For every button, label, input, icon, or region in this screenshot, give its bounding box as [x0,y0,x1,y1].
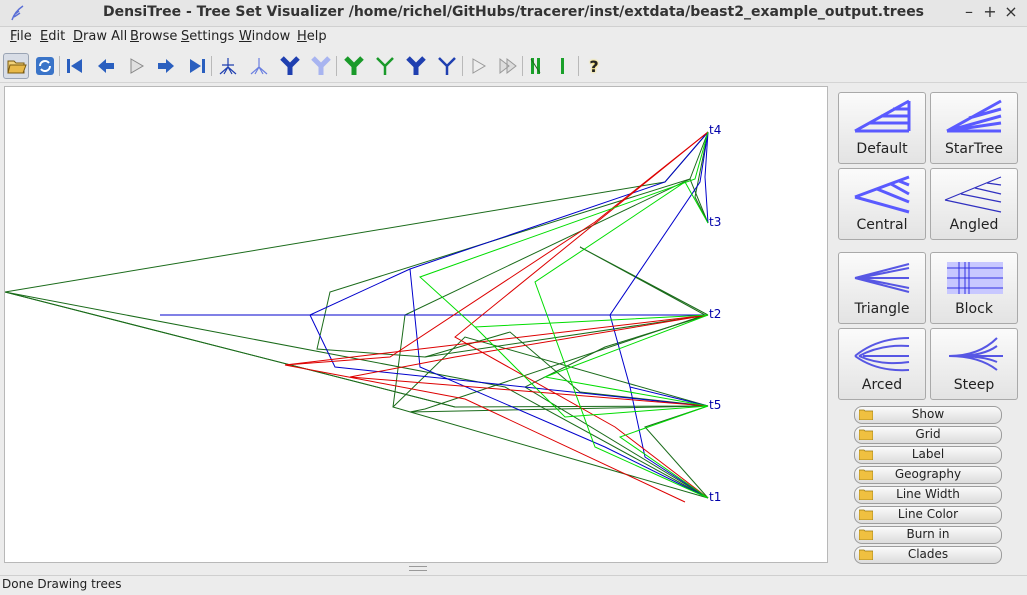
menu-browse[interactable]: Browse [130,29,177,44]
status-text: Done Drawing trees [2,577,122,591]
menu-bar: File Edit Draw All Browse Settings Windo… [0,27,1027,47]
tree-branch [419,131,709,328]
menu-window[interactable]: Window [239,29,290,44]
previous-icon[interactable] [93,53,119,79]
panel-splitter[interactable] [4,563,828,573]
panel-burn-in[interactable]: Burn in [854,526,1002,544]
mode-central-button[interactable]: Central [838,168,926,240]
block-mode-icon [947,262,1003,294]
toolbar-separator [211,56,212,76]
tree-branch [284,314,709,366]
menu-file[interactable]: File [10,29,32,44]
taxon-label-t1: t1 [709,490,722,504]
mode-steep-button[interactable]: Steep [930,328,1018,400]
splitter-grip[interactable] [409,566,427,571]
tree-branch [5,291,456,408]
taxon-label-t4: t4 [709,123,722,137]
green-bars-icon[interactable] [523,53,549,79]
fast-forward-icon[interactable] [495,53,521,79]
tree-blue-icon[interactable] [277,53,303,79]
refresh-icon[interactable] [32,53,58,79]
panel-line-color[interactable]: Line Color [854,506,1002,524]
tree-blue-light-icon[interactable] [246,53,272,79]
steep-mode-icon [948,337,1003,371]
window-title: DensiTree - Tree Set Visualizer /home/ri… [102,4,925,20]
menu-draw-all[interactable]: Draw All [73,29,127,44]
angled-mode-icon [944,176,1002,213]
tree-lightblue-icon[interactable] [308,53,334,79]
taxon-label-t3: t3 [709,215,722,229]
tree-branch [284,131,709,503]
panel-line-width[interactable]: Line Width [854,486,1002,504]
forward-step-icon[interactable] [466,53,492,79]
taxon-label-t5: t5 [709,398,722,412]
mode-default-button[interactable]: Default [838,92,926,164]
toolbar-separator [59,56,60,76]
menu-help[interactable]: Help [297,29,327,44]
tree-green-icon[interactable] [341,53,367,79]
densitree-plot [5,131,709,503]
startree-mode-icon [946,99,1002,133]
open-folder-icon[interactable] [3,53,29,79]
panel-geography[interactable]: Geography [854,466,1002,484]
tree-branch [5,131,709,408]
tree-branch [309,314,706,407]
panel-grid[interactable]: Grid [854,426,1002,444]
help-icon[interactable]: ? [581,53,607,79]
mode-block-button[interactable]: Block [930,252,1018,324]
tree-canvas[interactable]: t4 t3 t2 t5 t1 [4,86,828,563]
play-icon[interactable] [123,53,149,79]
tree-branch [160,131,709,316]
menu-settings[interactable]: Settings [181,29,234,44]
triangle-mode-icon [854,263,910,293]
toolbar: ? [0,50,1027,83]
toolbar-separator [462,56,463,76]
panel-show[interactable]: Show [854,406,1002,424]
maximize-button[interactable]: + [979,2,1001,22]
toolbar-separator [336,56,337,76]
minimize-button[interactable]: – [958,2,980,22]
arced-mode-icon [854,337,910,372]
panel-label[interactable]: Label [854,446,1002,464]
first-icon[interactable] [62,53,88,79]
central-mode-icon [854,175,910,214]
last-icon[interactable] [184,53,210,79]
status-bar: Done Drawing trees [0,575,1027,595]
tree-blue-thin-icon[interactable] [434,53,460,79]
toolbar-separator [578,56,579,76]
tree-branch [392,336,709,408]
tree-branch [409,246,709,413]
mode-arced-button[interactable]: Arced [838,328,926,400]
next-icon[interactable] [153,53,179,79]
mode-angled-button[interactable]: Angled [930,168,1018,240]
green-bar-icon[interactable] [550,53,576,79]
panel-clades[interactable]: Clades [854,546,1002,564]
mode-startree-button[interactable]: StarTree [930,92,1018,164]
default-mode-icon [854,99,911,133]
close-button[interactable]: × [1000,2,1022,22]
tree-blue-bold-icon[interactable] [403,53,429,79]
menu-edit[interactable]: Edit [40,29,65,44]
tree-green-thin-icon[interactable] [372,53,398,79]
title-bar: DensiTree - Tree Set Visualizer /home/ri… [0,0,1027,27]
side-panel: Default StarTree Central Angled Triangle… [832,86,1027,566]
tree-blue-dense-icon[interactable] [215,53,241,79]
tree-branch [618,405,709,499]
mode-triangle-button[interactable]: Triangle [838,252,926,324]
taxon-label-t2: t2 [709,307,722,321]
